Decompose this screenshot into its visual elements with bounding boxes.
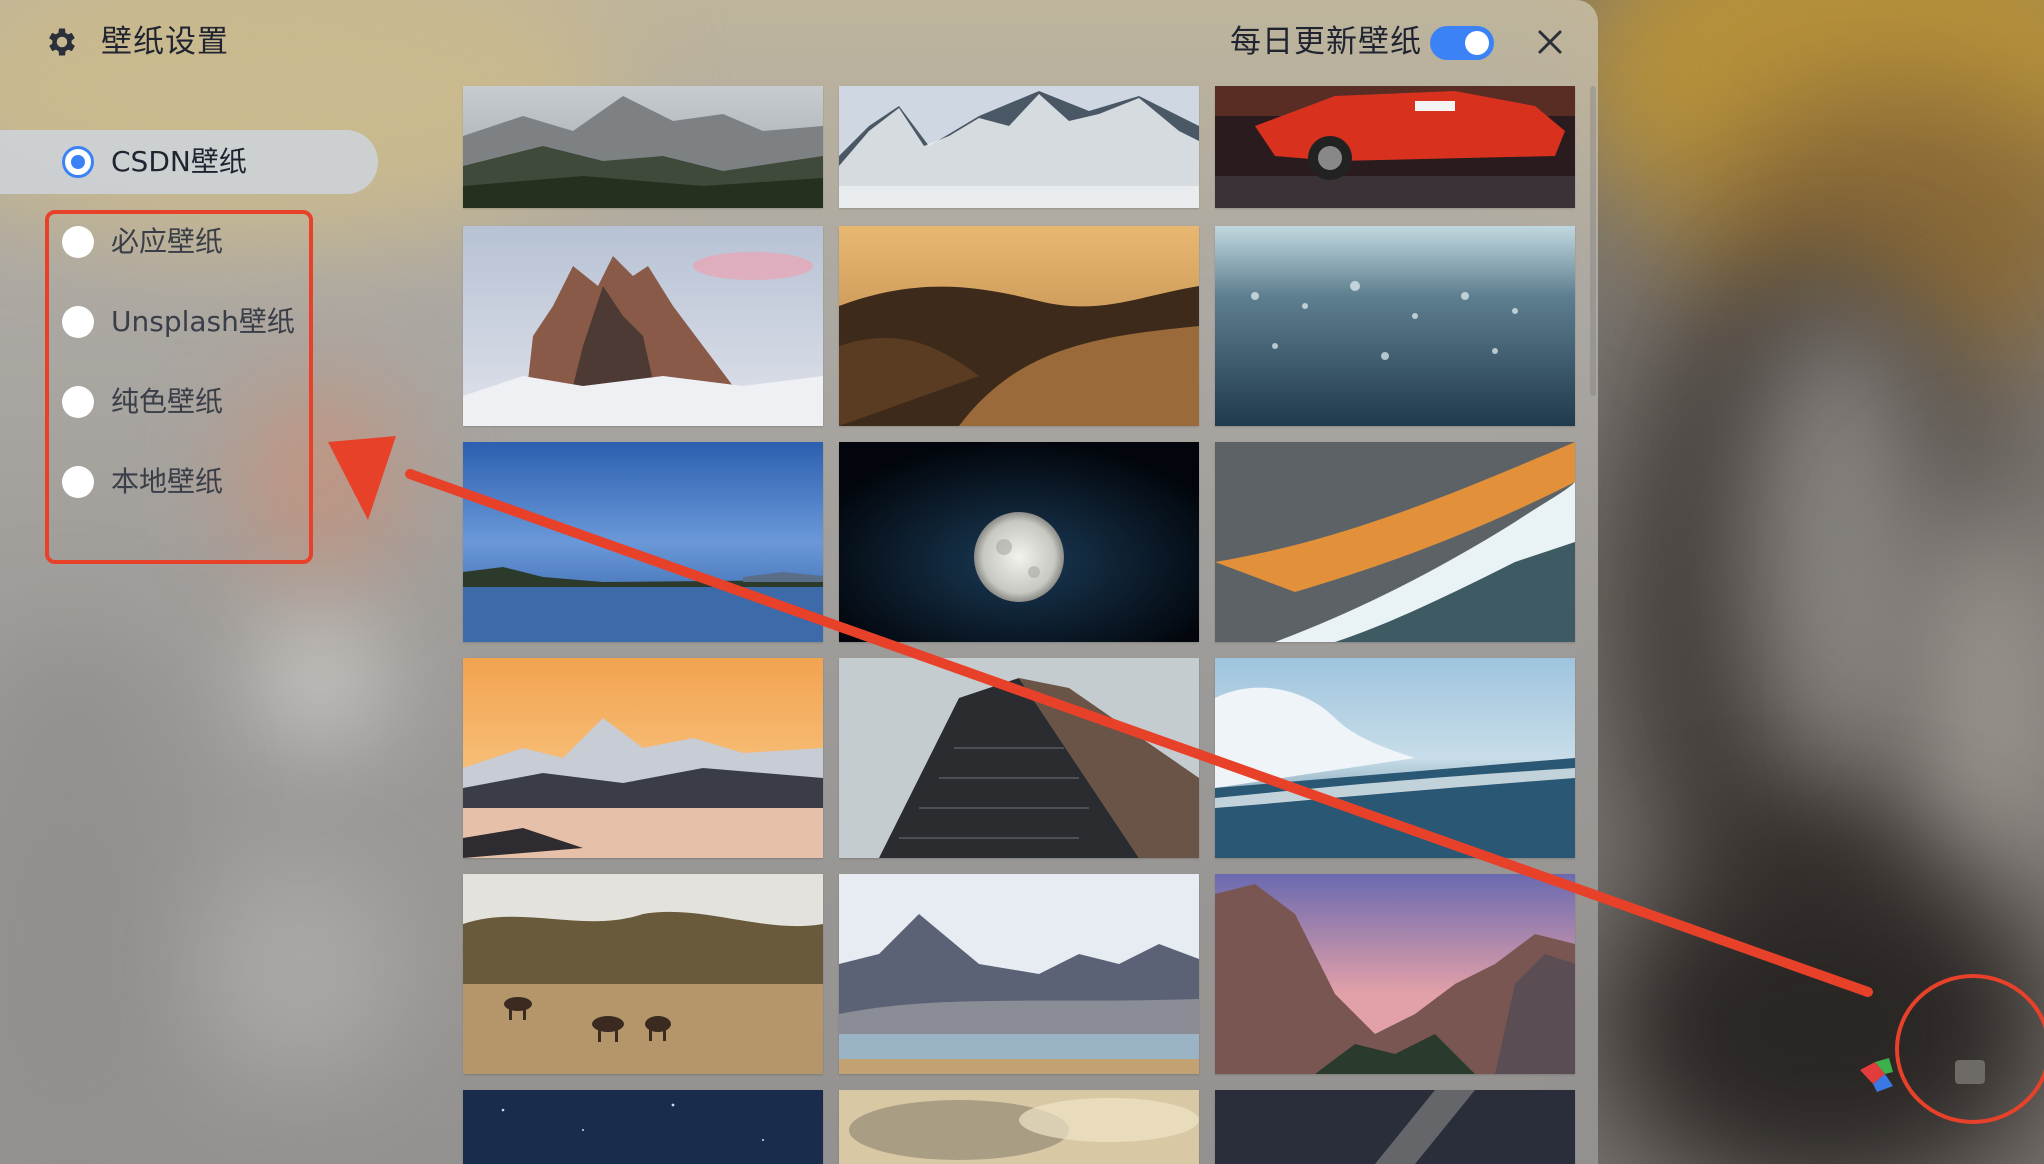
big-wave-surfer-image xyxy=(1215,658,1575,858)
wallpaper-thumbnail[interactable] xyxy=(1215,1090,1575,1164)
daily-update-toggle[interactable] xyxy=(1430,26,1494,60)
wallpaper-thumbnail[interactable] xyxy=(1215,86,1575,208)
daily-update-label: 每日更新壁纸 xyxy=(1230,24,1422,60)
dialog-title: 壁纸设置 xyxy=(101,24,229,60)
close-icon xyxy=(1538,30,1562,54)
mountain-image xyxy=(463,86,823,208)
source-item-csdn[interactable]: CSDN壁纸 xyxy=(0,130,378,194)
wallpaper-settings-dialog: 壁纸设置 每日更新壁纸 CSDN壁纸 必应壁纸 Unsplash壁纸 纯色壁纸 … xyxy=(0,0,1598,1164)
wallpaper-thumbnail[interactable] xyxy=(463,86,823,208)
wallpaper-thumbnail[interactable] xyxy=(839,226,1199,426)
dialog-header: 壁纸设置 每日更新壁纸 xyxy=(0,0,1598,86)
wallpaper-thumbnail[interactable] xyxy=(839,658,1199,858)
milky-way-image xyxy=(1215,1090,1575,1164)
close-button[interactable] xyxy=(1532,24,1568,60)
wallpaper-thumbnail[interactable] xyxy=(463,658,823,858)
wallpaper-thumbnail[interactable] xyxy=(463,874,823,1074)
snowy-mountain-image xyxy=(839,86,1199,208)
radio-button[interactable] xyxy=(62,386,94,418)
source-item-unsplash[interactable]: Unsplash壁纸 xyxy=(0,290,378,354)
cloudy-sky-image xyxy=(839,1090,1199,1164)
wallpaper-thumbnail[interactable] xyxy=(1215,658,1575,858)
wallpaper-thumbnail[interactable] xyxy=(839,874,1199,1074)
sports-car-image xyxy=(1215,86,1575,208)
skyscraper-image xyxy=(839,658,1199,858)
taskbar-icons xyxy=(1855,1040,1995,1100)
wallpaper-thumbnail[interactable] xyxy=(463,226,823,426)
dolomite-peaks-image xyxy=(463,226,823,426)
horses-field-image xyxy=(463,874,823,1074)
app-icon[interactable] xyxy=(1855,1040,1995,1100)
wallpaper-button-icon[interactable] xyxy=(1955,1060,1985,1084)
source-label: 纯色壁纸 xyxy=(111,385,224,418)
screen: 壁纸设置 每日更新壁纸 CSDN壁纸 必应壁纸 Unsplash壁纸 纯色壁纸 … xyxy=(0,0,2044,1164)
source-label: 必应壁纸 xyxy=(111,225,224,258)
source-label: CSDN壁纸 xyxy=(111,145,247,178)
wallpaper-thumbnail[interactable] xyxy=(1215,442,1575,642)
blue-lake-image xyxy=(463,442,823,642)
gear-icon xyxy=(44,24,80,60)
golden-wave-image xyxy=(1215,442,1575,642)
source-item-local[interactable]: 本地壁纸 xyxy=(0,450,378,514)
full-moon-image xyxy=(839,442,1199,642)
wallpaper-thumbnail[interactable] xyxy=(463,1090,823,1164)
wallpaper-thumbnail[interactable] xyxy=(839,1090,1199,1164)
scrollbar[interactable] xyxy=(1590,86,1596,396)
source-label: 本地壁纸 xyxy=(111,465,224,498)
granite-cliffs-image xyxy=(1215,874,1575,1074)
wallpaper-thumbnail[interactable] xyxy=(1215,226,1575,426)
desert-dunes-image xyxy=(839,226,1199,426)
wallpaper-thumbnail[interactable] xyxy=(839,86,1199,208)
source-item-bing[interactable]: 必应壁纸 xyxy=(0,210,378,274)
source-item-solid-color[interactable]: 纯色壁纸 xyxy=(0,370,378,434)
radio-button[interactable] xyxy=(62,466,94,498)
volcano-lake-image xyxy=(839,874,1199,1074)
source-label: Unsplash壁纸 xyxy=(111,305,295,338)
wallpaper-thumbnail[interactable] xyxy=(1215,874,1575,1074)
radio-button[interactable] xyxy=(62,306,94,338)
radio-button[interactable] xyxy=(62,226,94,258)
toggle-knob xyxy=(1465,31,1489,55)
wallpaper-thumbnail[interactable] xyxy=(839,442,1199,642)
radio-button-checked[interactable] xyxy=(62,146,94,178)
ocean-water-image xyxy=(1215,226,1575,426)
night-sky-image xyxy=(463,1090,823,1164)
wallpaper-thumbnail[interactable] xyxy=(463,442,823,642)
orange-sky-mountain-image xyxy=(463,658,823,858)
